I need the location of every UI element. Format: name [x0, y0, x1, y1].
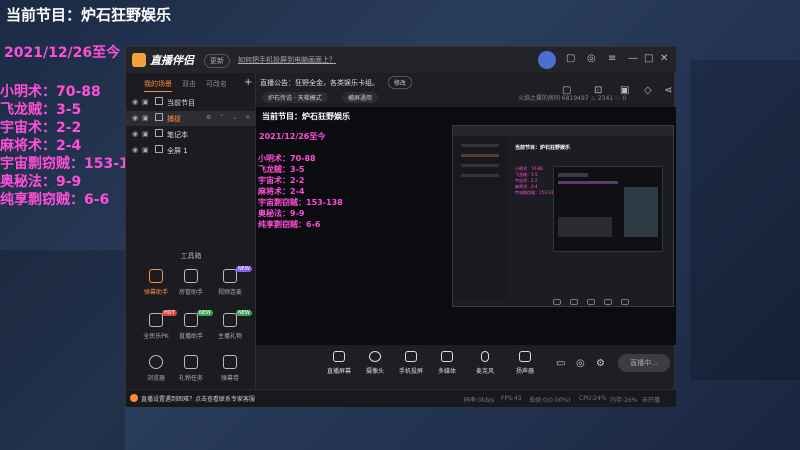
- lock-icon[interactable]: ▣: [142, 146, 149, 154]
- stream-preview[interactable]: 当前节目：炉石狂野娱乐 2021/12/26至今 小明术：70-88 飞龙贼：3…: [256, 107, 676, 345]
- phone-icon: [405, 351, 417, 362]
- tip-link[interactable]: 如何把手机投屏到电脑画面上？: [238, 55, 336, 65]
- bitrate-status: 码率:0kb/s: [464, 397, 495, 404]
- screen-icon: [333, 351, 345, 362]
- speaker-icon: [519, 351, 531, 362]
- settings-icon[interactable]: ◎: [587, 53, 596, 64]
- tool-host-gift[interactable]: NEW 主播礼物: [208, 310, 252, 353]
- dropped-frames-status: 丢帧:0(0.00%): [529, 397, 571, 404]
- nested-preview: 当前节目：炉石狂野娱乐 小明术：70-88 飞龙贼：3-5 宇宙术：2-2 麻将…: [452, 125, 674, 307]
- category-select[interactable]: 炉石传说 · 天梯模式: [262, 92, 328, 103]
- scene-tabs: 我的场景 双击 可改名 +: [126, 77, 256, 93]
- share-screen-icon[interactable]: ▢: [562, 85, 571, 96]
- minimize-icon[interactable]: —: [628, 53, 638, 64]
- program-date: 2021/12/26至今: [4, 45, 121, 61]
- eye-icon[interactable]: ◉: [132, 130, 138, 138]
- source-type-icon: [155, 113, 163, 121]
- app-logo: 直播伴侣: [132, 52, 194, 68]
- cpu-status: CPU:24%: [579, 395, 607, 402]
- settings-icon[interactable]: ⚙: [596, 358, 605, 369]
- source-item[interactable]: ◉ ▣ 当前节目: [126, 95, 256, 110]
- video-link-icon: [223, 269, 237, 283]
- source-label: 捕捉: [167, 115, 181, 123]
- source-item[interactable]: ◉ ▣ 笔记本: [126, 127, 256, 142]
- screen-capture-button[interactable]: 直播屏幕: [322, 351, 356, 375]
- close-icon[interactable]: ✕: [660, 53, 668, 64]
- media-button[interactable]: 多媒体: [430, 351, 464, 375]
- box-icon[interactable]: ▣: [620, 85, 629, 96]
- modify-button[interactable]: 修改: [388, 76, 413, 89]
- speaker-button[interactable]: 扬声器: [508, 351, 542, 375]
- tool-video-link[interactable]: NEW 视频连麦: [208, 266, 252, 309]
- view-icon[interactable]: ◎: [576, 358, 585, 369]
- preview-title: 当前节目：炉石狂野娱乐: [262, 112, 350, 121]
- lock-icon[interactable]: ⊡: [594, 85, 602, 96]
- source-type-icon: [155, 145, 163, 153]
- help-link[interactable]: 直播设置遇到困难？点击查看联系专家客服: [141, 394, 255, 403]
- logo-icon: [132, 53, 146, 67]
- go-live-button[interactable]: 直播中...: [618, 354, 670, 372]
- fps-status: FPS:43: [501, 395, 522, 402]
- eye-icon[interactable]: ◉: [132, 98, 138, 106]
- download-icon: [184, 313, 198, 327]
- camera-icon: [369, 351, 381, 362]
- fire-icon: ♨: [590, 95, 598, 102]
- microphone-icon: [481, 351, 489, 362]
- source-item[interactable]: ◉ ▣ 捕捉 ⚙ ⌃ ⌄ ✕: [126, 111, 256, 126]
- tv-icon: [223, 355, 237, 369]
- preview-stats: 小明术：70-88 飞龙贼：3-5 宇宙术：2-2 麻将术：2-4 宇宙剽窃贼：…: [258, 154, 343, 229]
- lock-icon[interactable]: ▣: [142, 98, 149, 106]
- sidebar: 我的场景 双击 可改名 + ◉ ▣ 当前节目 ◉ ▣ 捕捉 ⚙ ⌃ ⌄ ✕ ◉ ▣ 笔…: [126, 73, 256, 389]
- program-title: 当前节目：炉石狂野娱乐: [6, 6, 172, 24]
- source-label: 笔记本: [167, 131, 188, 139]
- eye-icon[interactable]: ◉: [132, 114, 138, 122]
- source-ops[interactable]: ⚙ ⌃ ⌄ ✕: [206, 114, 253, 121]
- memory-status: 内存:26%: [610, 397, 638, 404]
- warning-icon: [130, 394, 138, 402]
- maximize-icon[interactable]: □: [644, 53, 653, 64]
- source-label: 全屏 1: [167, 147, 188, 155]
- camera-button[interactable]: 摄像头: [358, 351, 392, 375]
- capture-controls: 直播屏幕 摄像头 手机投屏 多媒体 麦克风 扬声器 ▭ ◎ ⚙ 直播中...: [256, 345, 676, 389]
- tab-double-click[interactable]: 双击: [182, 79, 196, 89]
- browser-icon: [149, 355, 163, 369]
- source-item[interactable]: ◉ ▣ 全屏 1: [126, 143, 256, 158]
- live-status: 未开播: [642, 397, 661, 404]
- source-type-icon: [155, 97, 163, 105]
- tool-live-assistant[interactable]: NEW 直播助手: [169, 310, 213, 353]
- announcement: 直播公告：狂野全金，各类娱乐卡组。: [260, 79, 379, 87]
- microphone-button[interactable]: 麦克风: [468, 351, 502, 375]
- add-scene-button[interactable]: +: [244, 77, 252, 88]
- download-icon: [223, 313, 237, 327]
- pk-icon: [149, 313, 163, 327]
- room-stats: 火焰之翼的房间 6819497 ♨ 2341 ♡ 0: [518, 95, 627, 102]
- phone-cast-button[interactable]: 手机投屏: [394, 351, 428, 375]
- bell-icon[interactable]: ◇: [644, 85, 652, 96]
- title-bar: 直播伴侣 更新 如何把手机投屏到电脑画面上？ ▢ ◎ ≡ — □ ✕: [126, 47, 676, 73]
- source-type-icon: [155, 129, 163, 137]
- tool-room-manager[interactable]: 房管助手: [169, 269, 213, 309]
- media-icon: [441, 351, 453, 362]
- eye-icon[interactable]: ◉: [132, 146, 138, 154]
- tab-my-scenes[interactable]: 我的场景: [144, 79, 172, 92]
- danmu-icon: [149, 269, 163, 283]
- menu-icon[interactable]: ≡: [608, 53, 616, 64]
- source-label: 当前节目: [167, 99, 195, 107]
- record-icon[interactable]: ▭: [556, 358, 565, 369]
- share-icon[interactable]: ⋖: [664, 85, 672, 96]
- version-badge[interactable]: 更新: [204, 54, 230, 68]
- room-info-bar: 直播公告：狂野全金，各类娱乐卡组。 修改 炉石传说 · 天梯模式 横屏通用 火焰…: [256, 73, 676, 107]
- download-icon: [184, 355, 198, 369]
- tab-renamable[interactable]: 可改名: [206, 79, 227, 89]
- streaming-app-window: 直播伴侣 更新 如何把手机投屏到电脑画面上？ ▢ ◎ ≡ — □ ✕ 我的场景 …: [125, 46, 676, 407]
- status-bar: 直播设置遇到困难？点击查看联系专家客服 码率:0kb/s FPS:43 丢帧:0…: [126, 389, 676, 407]
- orientation-select[interactable]: 横屏通用: [342, 92, 379, 103]
- preview-date: 2021/12/26至今: [259, 132, 326, 141]
- toolbox-title: 工具箱: [180, 252, 202, 260]
- lock-icon[interactable]: ▣: [142, 130, 149, 138]
- avatar[interactable]: [538, 51, 556, 69]
- room-manager-icon: [184, 269, 198, 283]
- lock-icon[interactable]: ▣: [142, 114, 149, 122]
- message-icon[interactable]: ▢: [566, 53, 575, 64]
